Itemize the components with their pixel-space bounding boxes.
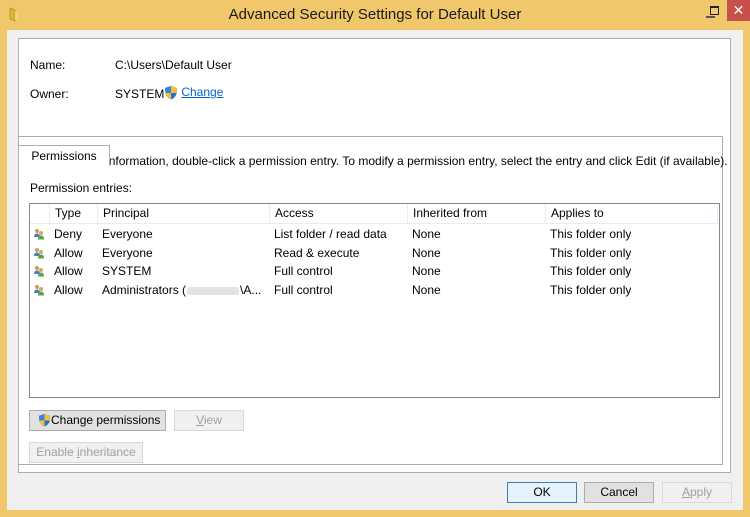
change-permissions-label: Change permissions [51, 413, 161, 427]
principal-prefix: Administrators ( [102, 283, 187, 297]
view-label: iew [203, 413, 222, 427]
cell-type: Allow [54, 264, 83, 278]
redacted-domain [187, 286, 240, 295]
maximize-button[interactable] [702, 0, 726, 21]
column-type-label: Type [55, 206, 82, 220]
name-label: Name: [30, 58, 66, 72]
column-header-access[interactable]: Access [269, 204, 407, 223]
users-icon [34, 266, 44, 277]
change-link-text[interactable]: Change [181, 85, 223, 99]
table-row[interactable]: Allow SYSTEM Full control None This fold… [30, 262, 719, 280]
column-applies-label: Applies to [551, 206, 604, 220]
cancel-button[interactable]: Cancel [584, 482, 654, 503]
enable-inheritance-post: nheritance [79, 445, 136, 459]
cell-access: Full control [274, 264, 333, 278]
column-access-label: Access [275, 206, 314, 220]
users-icon [34, 285, 44, 296]
view-button[interactable]: View [174, 410, 244, 431]
cell-principal: Everyone [102, 246, 153, 260]
column-header-applies-to[interactable]: Applies to [545, 204, 718, 223]
cell-access: Full control [274, 283, 333, 297]
column-header-inherited-from[interactable]: Inherited from [407, 204, 545, 223]
principal-suffix: \A... [240, 283, 262, 297]
table-row[interactable]: Allow Administrators ( \A... Full control… [30, 281, 719, 299]
cell-applies-to: This folder only [550, 283, 632, 297]
users-icon [34, 229, 44, 240]
owner-label: Owner: [30, 87, 69, 101]
cell-principal: Administrators ( \A... [102, 281, 261, 299]
cell-type: Allow [54, 283, 83, 297]
window-title: Advanced Security Settings for Default U… [228, 6, 522, 23]
close-button[interactable]: ✕ [727, 0, 750, 21]
permission-entries-list[interactable]: Type Principal Access Inherited from App… [29, 203, 720, 398]
maximize-icon [709, 6, 719, 15]
cell-principal: SYSTEM [102, 264, 152, 278]
cell-applies-to: This folder only [550, 246, 632, 260]
list-header: Type Principal Access Inherited from App… [30, 204, 719, 224]
cell-principal: Everyone [102, 227, 153, 241]
cell-type: Allow [54, 246, 83, 260]
enable-inheritance-pre: Enable [36, 445, 77, 459]
apply-mnemonic: A [681, 485, 690, 499]
permission-entries-label: Permission entries: [30, 181, 133, 195]
column-principal-label: Principal [103, 206, 150, 220]
column-header-principal[interactable]: Principal [97, 204, 269, 223]
view-mnemonic: V [196, 413, 204, 427]
owner-value: SYSTEM [115, 87, 165, 101]
close-icon: ✕ [732, 2, 745, 18]
cell-inherited-from: None [412, 283, 441, 297]
uac-shield-icon [38, 413, 51, 427]
cell-inherited-from: None [412, 227, 441, 241]
instructions-text: For additional information, double-click… [30, 154, 728, 168]
users-icon [34, 248, 44, 259]
column-inherited-label: Inherited from [413, 206, 488, 220]
enable-inheritance-button[interactable]: Enable inheritance [29, 442, 143, 463]
column-header-type[interactable]: Type [49, 204, 97, 223]
table-row[interactable]: Deny Everyone List folder / read data No… [30, 225, 719, 243]
tab-permissions[interactable]: Permissions [18, 145, 110, 166]
apply-label: pply [690, 485, 713, 499]
change-permissions-button[interactable]: Change permissions [29, 410, 166, 431]
apply-button[interactable]: Apply [662, 482, 732, 503]
cell-access: List folder / read data [274, 227, 387, 241]
name-value: C:\Users\Default User [115, 58, 232, 72]
ok-button[interactable]: OK [507, 482, 577, 503]
cell-access: Read & execute [274, 246, 360, 260]
table-row[interactable]: Allow Everyone Read & execute None This … [30, 244, 719, 262]
tab-permissions-label: Permissions [31, 149, 97, 163]
uac-shield-icon [165, 86, 177, 100]
cell-type: Deny [54, 227, 83, 241]
title-bar: Advanced Security Settings for Default U… [0, 0, 750, 30]
cell-inherited-from: None [412, 246, 441, 260]
change-owner-link[interactable]: Change [164, 85, 223, 100]
cell-applies-to: This folder only [550, 227, 632, 241]
cell-applies-to: This folder only [550, 264, 632, 278]
cell-inherited-from: None [412, 264, 441, 278]
